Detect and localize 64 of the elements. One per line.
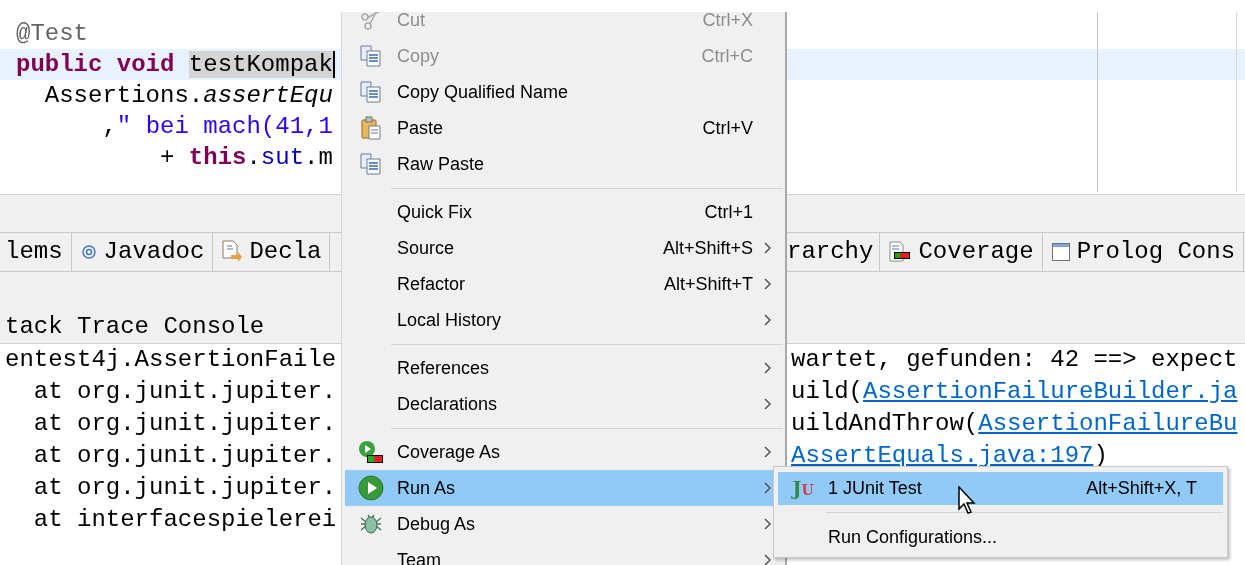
scissors-icon (360, 12, 382, 31)
code-line: + this.sut.m (159, 143, 333, 173)
console-text: at interfacespielerei (32, 505, 338, 535)
menu-item[interactable]: References (345, 350, 783, 386)
view-tab[interactable]: lems (0, 233, 72, 271)
clipboard-icon (360, 116, 382, 140)
console-text: uild(AssertionFailureBuilder.ja (791, 377, 1238, 407)
console-text: at org.junit.jupiter. (32, 473, 338, 503)
shortcut-label: Ctrl+X (702, 12, 753, 32)
shortcut-label: Alt+Shift+S (662, 236, 753, 260)
chevron-right-icon (764, 314, 772, 326)
chevron-right-icon (764, 362, 772, 374)
link[interactable]: AssertionFailureBuilder.ja (863, 378, 1238, 405)
console-text: at org.junit.jupiter. (32, 441, 338, 471)
view-tab[interactable]: Decla (213, 233, 331, 271)
link[interactable]: AssertEquals.java:197 (791, 442, 1094, 469)
shortcut-label: Ctrl+C (701, 44, 753, 68)
coverage-icon (888, 241, 913, 263)
menu-item[interactable]: Run Configurations... (778, 519, 1223, 555)
menu-item[interactable]: Coverage As (345, 434, 783, 470)
menu-item[interactable]: Declarations (345, 386, 783, 422)
shortcut-label: Alt+Shift+T (663, 272, 753, 296)
menu-item[interactable]: Copy Qualified Name (345, 74, 783, 110)
menu-item[interactable]: JU 1 JUnit Test Alt+Shift+X, T (778, 472, 1223, 505)
window-icon (1050, 242, 1071, 262)
console-text: wartet, gefunden: 42 ==> expect (791, 345, 1238, 375)
documents-icon (360, 80, 382, 104)
coverage-run-icon (358, 440, 384, 464)
menu-item[interactable]: Raw Paste (345, 146, 783, 182)
chevron-right-icon (764, 482, 772, 494)
code-line: Assertions.assertEqu (43, 81, 333, 111)
code-line: public void testKompak (15, 50, 335, 80)
chevron-right-icon (764, 446, 772, 458)
play-icon (358, 475, 384, 501)
bug-icon (358, 512, 384, 536)
shortcut-label: Alt+Shift+X, T (1086, 477, 1198, 500)
shortcut-label: Ctrl+V (702, 116, 753, 140)
console-text: uildAndThrow(AssertionFailureBu (791, 409, 1238, 439)
documents-icon (360, 44, 382, 68)
chevron-right-icon (764, 398, 772, 410)
mouse-pointer-icon (958, 486, 978, 516)
shortcut-label: Ctrl+1 (704, 200, 753, 224)
chevron-right-icon (764, 554, 772, 565)
menu-item[interactable]: Quick Fix Ctrl+1 (345, 194, 783, 230)
view-tab[interactable]: Prolog Cons (1042, 233, 1245, 271)
console-text: at org.junit.jupiter. (32, 377, 338, 407)
chevron-right-icon (764, 518, 772, 530)
code-line: @Test (15, 19, 88, 49)
chevron-right-icon (764, 242, 772, 254)
view-tab[interactable]: Coverage (880, 233, 1043, 271)
documents-icon (360, 152, 382, 176)
code-line: ," bei mach(41,1 (101, 112, 333, 142)
console-text: at org.junit.jupiter. (32, 409, 338, 439)
view-tab[interactable]: Javadoc (71, 233, 214, 271)
console-title: tack Trace Console (4, 311, 265, 342)
link[interactable]: AssertionFailureBu (978, 410, 1238, 437)
console-text: entest4j.AssertionFaile (4, 345, 338, 375)
document-arrow-icon (221, 240, 244, 264)
menu-item[interactable]: Source Alt+Shift+S (345, 230, 783, 266)
chevron-right-icon (764, 278, 772, 290)
menu-item[interactable]: Paste Ctrl+V (345, 110, 783, 146)
menu-item[interactable]: Refactor Alt+Shift+T (345, 266, 783, 302)
menu-item[interactable]: Local History (345, 302, 783, 338)
junit-icon: JU (792, 474, 814, 503)
